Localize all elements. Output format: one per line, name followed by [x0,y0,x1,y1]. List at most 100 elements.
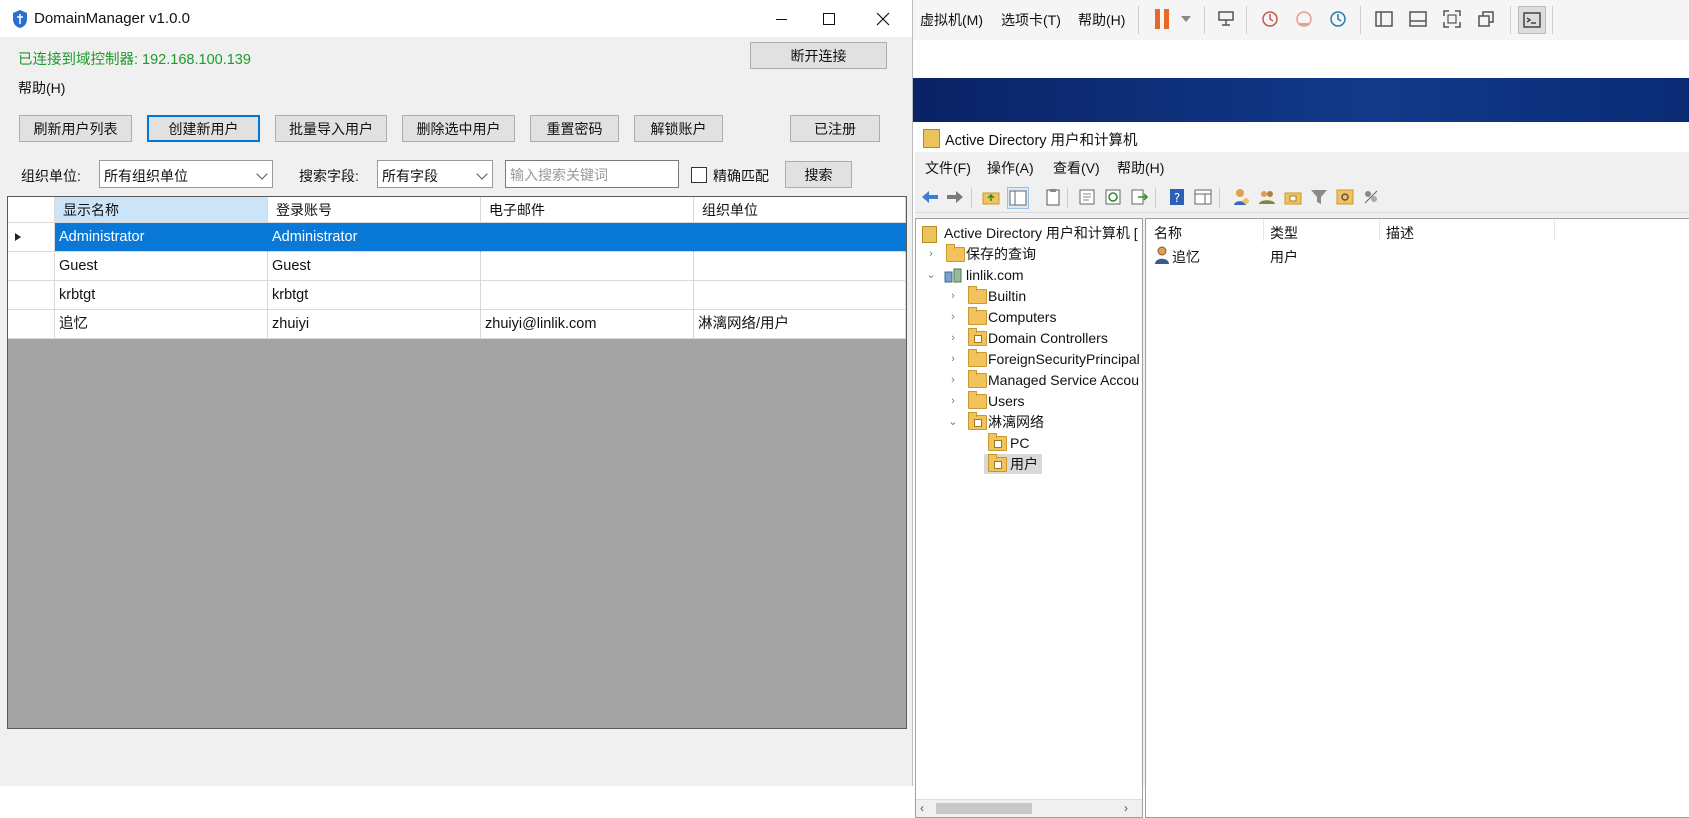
registered-button[interactable]: 已注册 [790,115,880,142]
create-user-button[interactable]: 创建新用户 [147,115,260,142]
new-user-icon[interactable] [1231,187,1251,207]
cell-ou[interactable]: 淋漓网络/用户 [694,310,906,339]
tree-node-ou-users[interactable]: 用户 [984,454,1042,474]
search-field-select[interactable]: 所有字段 [377,160,493,188]
column-header-name[interactable]: 名称 [1154,223,1182,243]
chevron-right-icon[interactable]: › [948,391,958,411]
tree-node-custom-ou[interactable]: ⌄ 淋漓网络 [944,412,1142,432]
show-console-tree-icon[interactable] [1007,187,1029,209]
search-button[interactable]: 搜索 [785,161,852,188]
cell-login[interactable]: Administrator [268,223,481,252]
tree-node-domain-controllers[interactable]: › Domain Controllers [944,328,1142,348]
vm-menu-tabs[interactable]: 选项卡(T) [1001,10,1061,30]
snapshot-manager-icon[interactable] [1326,7,1350,31]
cell-email[interactable] [481,223,694,252]
row-header[interactable] [8,310,55,339]
column-header-email[interactable]: 电子邮件 [481,197,694,223]
search-input[interactable]: 输入搜索关键词 [505,160,679,188]
chevron-right-icon[interactable]: › [948,286,958,306]
refresh-icon[interactable] [1103,187,1123,207]
add-to-group-icon[interactable] [1361,187,1381,207]
table-row[interactable]: Administrator Administrator [8,223,906,252]
ad-menu-action[interactable]: 操作(A) [987,158,1034,178]
new-ou-icon[interactable] [1283,187,1303,207]
ad-menu-file[interactable]: 文件(F) [925,158,971,178]
dm-menu-help[interactable]: 帮助(H) [18,78,65,98]
tree-node-users[interactable]: › Users [944,391,1142,411]
scroll-left-icon[interactable]: ‹ [920,801,924,815]
tree-node-saved-queries[interactable]: › 保存的查询 [922,244,1142,264]
row-header[interactable] [8,252,55,281]
maximize-button[interactable] [806,5,852,33]
refresh-users-button[interactable]: 刷新用户列表 [19,115,132,142]
table-row[interactable]: 追忆 zhuiyi zhuiyi@linlik.com 淋漓网络/用户 [8,310,906,339]
table-row[interactable]: krbtgt krbtgt [8,281,906,310]
column-header-display-name[interactable]: 显示名称 [55,197,268,223]
clipboard-icon[interactable] [1043,187,1063,207]
snapshot-icon[interactable] [1258,7,1282,31]
column-header-description[interactable]: 描述 [1386,223,1414,243]
tree-horizontal-scrollbar[interactable]: ‹ › [916,799,1142,817]
find-icon[interactable] [1335,187,1355,207]
scrollbar-thumb[interactable] [936,803,1032,814]
column-header-ou[interactable]: 组织单位 [694,197,906,223]
chevron-right-icon[interactable]: › [926,244,936,264]
chevron-down-icon[interactable] [1174,7,1198,31]
help-icon[interactable]: ? [1167,187,1187,207]
cell-display-name[interactable]: 追忆 [55,310,268,339]
cell-login[interactable]: zhuiyi [268,310,481,339]
minimize-button[interactable] [758,5,804,33]
ad-menu-help[interactable]: 帮助(H) [1117,158,1164,178]
fullscreen-icon[interactable] [1440,7,1464,31]
cell-email[interactable] [481,252,694,281]
action-pane-icon[interactable] [1193,187,1213,207]
tree-node-computers[interactable]: › Computers [944,307,1142,327]
tree-node-root[interactable]: Active Directory 用户和计算机 [ [922,223,1138,243]
row-header[interactable] [8,281,55,310]
ou-filter-select[interactable]: 所有组织单位 [99,160,273,188]
delete-user-button[interactable]: 删除选中用户 [402,115,515,142]
forward-arrow-icon[interactable] [945,187,965,207]
cell-display-name[interactable]: Administrator [55,223,268,252]
sidebar-view-icon[interactable] [1372,7,1396,31]
unity-icon[interactable] [1474,7,1498,31]
cell-ou[interactable] [694,252,906,281]
batch-import-button[interactable]: 批量导入用户 [275,115,387,142]
ad-menu-view[interactable]: 查看(V) [1053,158,1100,178]
exact-match-checkbox[interactable] [691,167,707,183]
scroll-right-icon[interactable]: › [1124,801,1128,815]
tree-node-managed-service[interactable]: › Managed Service Accou [944,370,1142,390]
cell-display-name[interactable]: Guest [55,252,268,281]
row-header[interactable] [8,223,55,252]
reset-password-button[interactable]: 重置密码 [530,115,619,142]
chevron-down-icon[interactable]: ⌄ [948,412,958,432]
revert-snapshot-icon[interactable] [1292,7,1316,31]
list-item[interactable]: 追忆 用户 [1152,246,1682,266]
unlock-account-button[interactable]: 解锁账户 [634,115,723,142]
cell-login[interactable]: Guest [268,252,481,281]
column-header-login[interactable]: 登录账号 [268,197,481,223]
column-header-type[interactable]: 类型 [1270,223,1298,243]
export-list-icon[interactable] [1129,187,1149,207]
tree-node-builtin[interactable]: › Builtin [944,286,1142,306]
vm-menu-vm[interactable]: 虚拟机(M) [920,10,983,30]
new-group-icon[interactable] [1257,187,1277,207]
chevron-right-icon[interactable]: › [948,307,958,327]
thumbnail-view-icon[interactable] [1406,7,1430,31]
cell-ou[interactable] [694,281,906,310]
console-view-icon[interactable] [1518,6,1546,34]
cell-email[interactable] [481,281,694,310]
filter-icon[interactable] [1309,187,1329,207]
table-row[interactable]: Guest Guest [8,252,906,281]
properties-icon[interactable] [1077,187,1097,207]
send-keys-icon[interactable] [1214,7,1238,31]
tree-node-domain[interactable]: ⌄ linlik.com [922,265,1142,285]
close-button[interactable] [860,5,906,33]
up-folder-icon[interactable] [981,187,1001,207]
cell-email[interactable]: zhuiyi@linlik.com [481,310,694,339]
tree-node-foreign-security[interactable]: › ForeignSecurityPrincipal [944,349,1142,369]
chevron-right-icon[interactable]: › [948,349,958,369]
vm-menu-help[interactable]: 帮助(H) [1078,10,1125,30]
cell-ou[interactable] [694,223,906,252]
tree-node-ou-pc[interactable]: PC [984,433,1134,453]
